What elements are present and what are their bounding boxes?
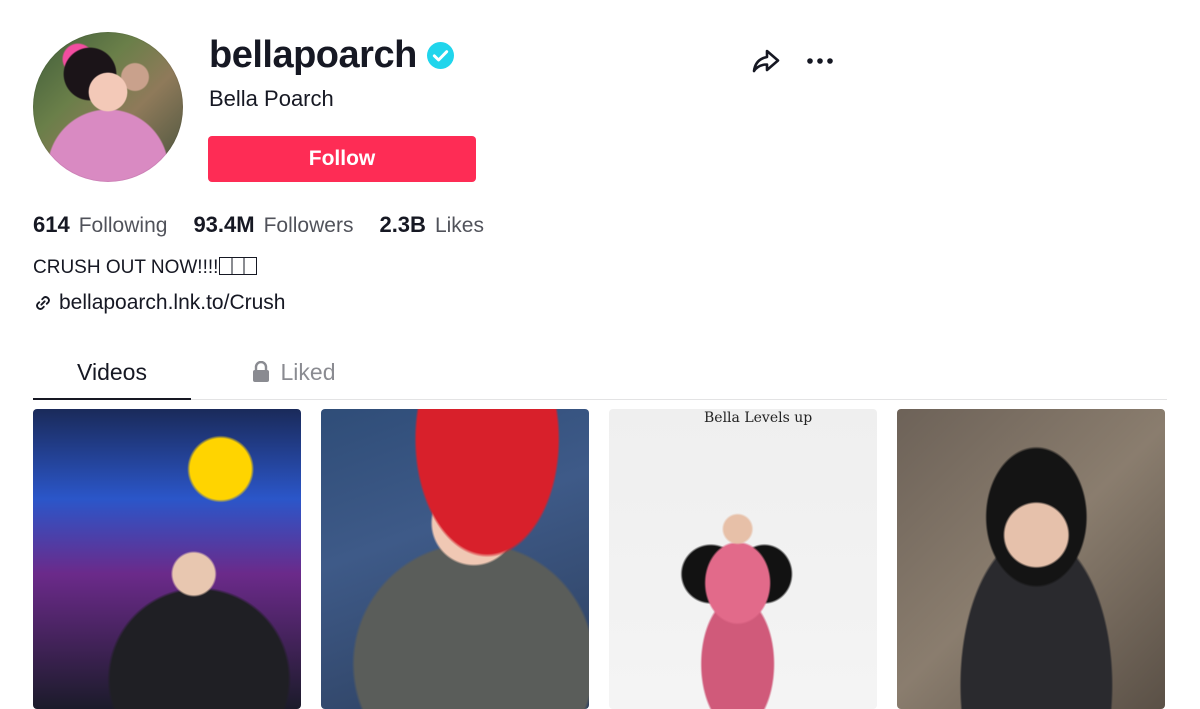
lock-icon — [252, 361, 269, 382]
profile-stats: 614 Following 93.4M Followers 2.3B Likes — [33, 212, 510, 238]
tab-liked[interactable]: Liked — [233, 346, 353, 398]
profile-avatar[interactable] — [33, 32, 183, 182]
video-thumbnail-2[interactable] — [321, 409, 589, 709]
stat-likes-label: Likes — [434, 214, 484, 237]
stat-followers-label: Followers — [263, 214, 354, 237]
stat-following-count: 614 — [33, 212, 70, 237]
follow-button[interactable]: Follow — [208, 136, 476, 182]
stat-followers-count: 93.4M — [193, 212, 255, 237]
username: bellapoarch — [209, 33, 417, 76]
verified-check-icon — [426, 41, 454, 69]
bio-emoji-placeholder — [219, 257, 258, 275]
share-icon[interactable] — [750, 45, 782, 77]
video-caption-3: Bella Levels up — [704, 410, 813, 426]
link-icon — [36, 296, 50, 310]
bio-text: CRUSH OUT NOW!!!! — [33, 257, 219, 278]
video-thumbnail-1[interactable] — [33, 409, 301, 709]
tab-liked-label: Liked — [280, 358, 336, 385]
tab-videos[interactable]: Videos — [33, 346, 191, 400]
video-thumbnail-3[interactable]: Bella Levels up — [609, 409, 877, 709]
more-icon[interactable] — [804, 45, 836, 77]
username-row: bellapoarch — [209, 32, 454, 78]
profile-link[interactable]: bellapoarch.lnk.to/Crush — [33, 291, 285, 315]
tab-videos-label: Videos — [77, 358, 147, 385]
stat-following[interactable]: 614 Following — [33, 212, 167, 238]
stat-likes-count: 2.3B — [379, 212, 426, 237]
video-grid: Bella Levels up — [33, 409, 1167, 709]
video-thumbnail-4[interactable] — [897, 409, 1165, 709]
profile-link-text[interactable]: bellapoarch.lnk.to/Crush — [59, 291, 285, 315]
display-name: Bella Poarch — [209, 86, 334, 111]
stat-likes: 2.3B Likes — [379, 212, 484, 238]
profile-tabs: Videos Liked — [33, 346, 1167, 400]
stat-following-label: Following — [78, 214, 168, 237]
profile-bio: CRUSH OUT NOW!!!! — [33, 257, 258, 279]
stat-followers[interactable]: 93.4M Followers — [193, 212, 353, 238]
